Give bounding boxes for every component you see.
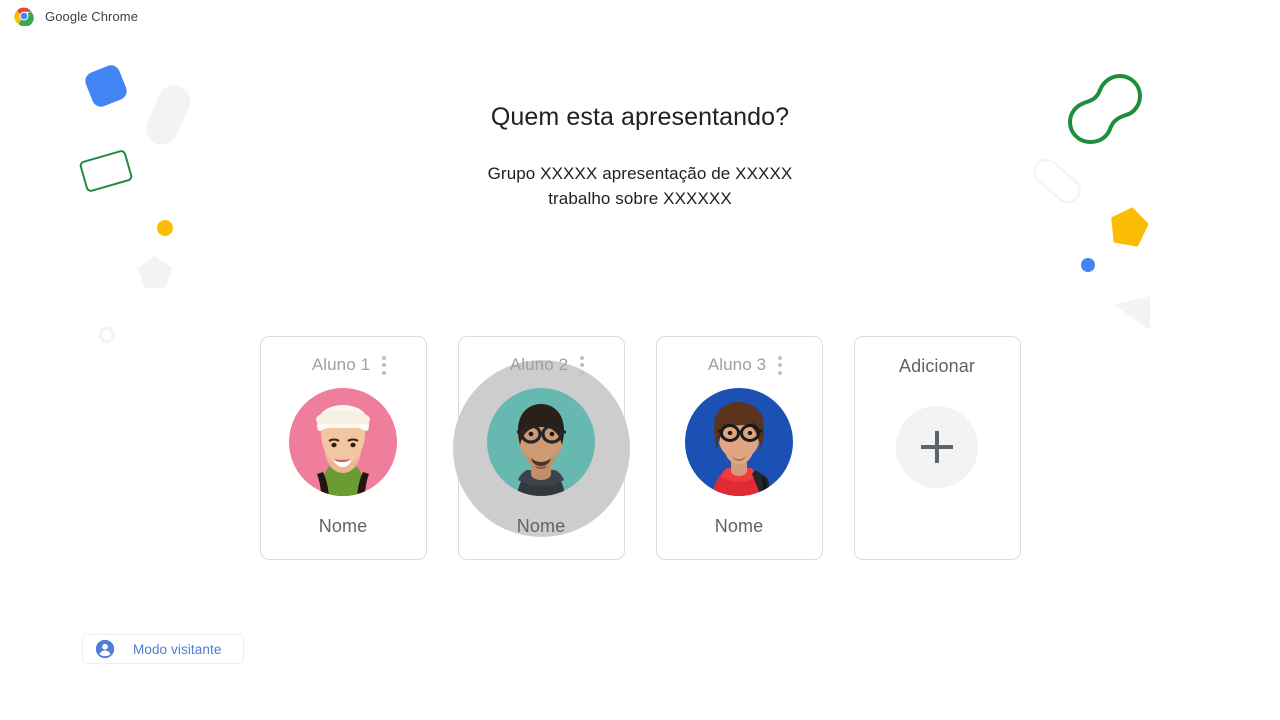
profile-card-title: Aluno 2	[509, 355, 569, 374]
profile-card-aluno-1[interactable]: Aluno 1 Nome	[259, 336, 427, 560]
avatar	[289, 388, 397, 496]
gray-pentagon-icon	[138, 256, 172, 288]
profile-card-aluno-3[interactable]: Aluno 3 Nome	[655, 336, 823, 560]
yellow-dot-icon	[157, 220, 173, 236]
profile-card-header: Aluno 2	[459, 354, 624, 376]
profile-name: Nome	[714, 516, 764, 536]
more-vert-icon[interactable]	[574, 354, 590, 376]
avatar	[487, 388, 595, 496]
profile-card-header: Aluno 1	[261, 354, 426, 376]
profile-card-aluno-2[interactable]: Aluno 2 Nome	[453, 336, 630, 560]
plus-icon[interactable]	[896, 406, 978, 488]
add-profile-title: Adicionar	[899, 356, 975, 376]
person-circle-icon	[95, 639, 115, 659]
profile-card-title: Aluno 3	[707, 355, 767, 374]
add-profile-card[interactable]: Adicionar	[853, 336, 1021, 560]
guest-mode-button[interactable]: Modo visitante	[82, 634, 245, 664]
profile-card-header: Aluno 3	[657, 354, 822, 376]
gray-triangle-icon	[1114, 296, 1150, 330]
window-titlebar: Google Chrome	[0, 0, 1280, 32]
blue-dot-icon	[1081, 258, 1095, 272]
profile-name: Nome	[318, 516, 368, 536]
profile-card-title: Aluno 1	[311, 355, 371, 374]
page-title: Quem esta apresentando?	[490, 103, 790, 131]
more-vert-icon[interactable]	[376, 354, 392, 376]
page-subtitle-line-1: Grupo XXXXX apresentação de XXXXX	[487, 164, 793, 183]
more-vert-icon[interactable]	[772, 354, 788, 376]
window-title: Google Chrome	[45, 8, 139, 24]
avatar	[685, 388, 793, 496]
heading-block: Quem esta apresentando? Grupo XXXXX apre…	[0, 103, 1280, 211]
page-subtitle-line-2: trabalho sobre XXXXXX	[548, 189, 732, 208]
profile-name: Nome	[516, 516, 566, 536]
guest-mode-label: Modo visitante	[133, 641, 222, 657]
chrome-logo-icon	[14, 6, 34, 27]
chrome-profile-picker-window: Google Chrome Quem esta apresentando? Gr…	[0, 0, 1280, 720]
page-subtitle: Grupo XXXXX apresentação de XXXXX trabal…	[0, 161, 1280, 211]
profile-card-row: Aluno 1 Nome Aluno 2 Nome Aluno 3 Nome A…	[0, 336, 1280, 560]
